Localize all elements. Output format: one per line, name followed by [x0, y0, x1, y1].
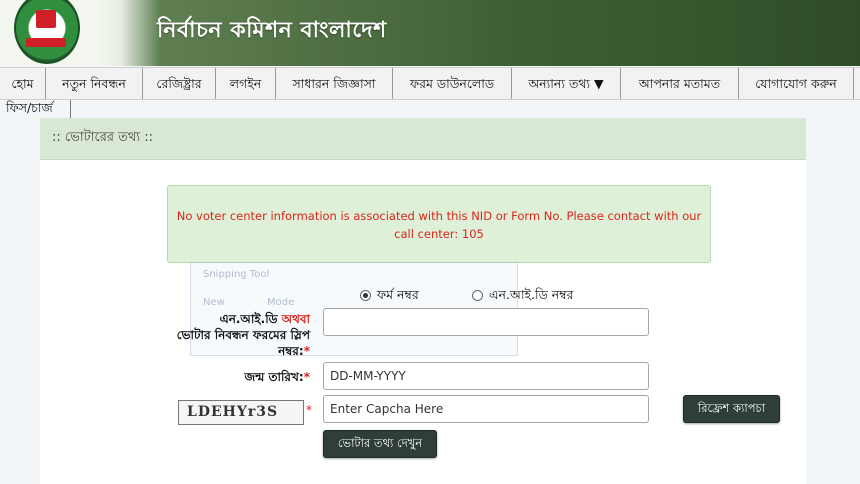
section-title: :: ভোটারের তথ্য ::: [52, 130, 153, 145]
captcha-image: LDEHYr3S: [178, 400, 304, 425]
site-title: নির্বাচন কমিশন বাংলাদেশ: [157, 18, 387, 43]
overlay-title: Snipping Tool: [203, 269, 270, 280]
dob-required-mark: *: [303, 370, 310, 384]
id-number-label: এন.আই.ডি অথবা ভোটার নিবন্ধন ফরমের স্লিপ …: [160, 311, 310, 359]
radio-nid-number[interactable]: এন.আই.ডি নম্বর: [472, 287, 573, 307]
alert-message: No voter center information is associate…: [176, 209, 702, 241]
nav-fees[interactable]: ফিস/চার্জ: [6, 100, 53, 120]
overlay-mode: Mode: [267, 297, 295, 308]
nav-other-info[interactable]: অন্যান্য তথ্য ▼: [512, 68, 621, 99]
overlay-new: New: [203, 297, 225, 308]
nav-login[interactable]: লগইন: [216, 68, 276, 99]
nav-home[interactable]: হোম: [0, 68, 46, 99]
view-voter-info-button[interactable]: ভোটার তথ্য দেখুন: [323, 430, 437, 458]
radio-nid-icon[interactable]: [472, 290, 483, 301]
ballot-box-icon: [36, 10, 56, 28]
section-header: :: ভোটারের তথ্য ::: [40, 118, 806, 160]
radio-nid-label: এন.আই.ডি নম্বর: [489, 287, 574, 302]
nav-new-registration[interactable]: নতুন নিবন্ধন: [46, 68, 143, 99]
radio-form-label: ফর্ম নম্বর: [377, 287, 419, 302]
radio-form-number[interactable]: ফর্ম নম্বর: [360, 287, 419, 307]
radio-form-icon[interactable]: [360, 290, 371, 301]
site-header: নির্বাচন কমিশন বাংলাদেশ: [0, 0, 860, 66]
id-label-or: অথবা: [281, 312, 310, 326]
id-required-mark: *: [303, 344, 310, 358]
captcha-input[interactable]: [323, 395, 649, 423]
nav-feedback[interactable]: আপনার মতামত: [621, 68, 739, 99]
subnav-divider: [70, 100, 71, 118]
captcha-required-mark: *: [306, 403, 312, 417]
main-nav: হোম নতুন নিবন্ধন রেজিষ্ট্রার লগইন সাধারন…: [0, 67, 860, 100]
id-label-rest: ভোটার নিবন্ধন ফরমের স্লিপ নম্বর:: [176, 328, 310, 358]
logo-ribbon: [26, 38, 66, 47]
alert-box: No voter center information is associate…: [167, 185, 711, 263]
dob-label: জন্ম তারিখ:*: [180, 369, 310, 389]
refresh-captcha-button[interactable]: রিফ্রেশ ক্যাপচা: [683, 395, 780, 423]
dob-input[interactable]: [323, 362, 649, 390]
nav-faq[interactable]: সাধারন জিজ্ঞাসা: [276, 68, 393, 99]
id-label-prefix: এন.আই.ডি: [219, 312, 278, 326]
nav-form-download[interactable]: ফরম ডাউনলোড: [393, 68, 512, 99]
nav-contact[interactable]: যোগাযোগ করুন: [739, 68, 854, 99]
nav-register[interactable]: রেজিষ্ট্রার: [143, 68, 216, 99]
id-number-input[interactable]: [323, 308, 649, 336]
election-commission-logo[interactable]: [14, 0, 80, 64]
dob-label-text: জন্ম তারিখ:: [244, 370, 304, 384]
